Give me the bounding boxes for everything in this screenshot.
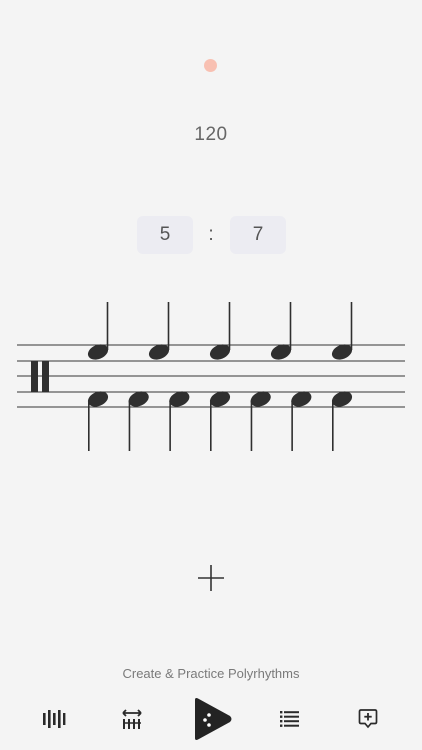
add-bubble-icon: [358, 709, 378, 729]
add-rhythm-button[interactable]: [196, 563, 226, 593]
tagline: Create & Practice Polyrhythms: [122, 666, 300, 681]
vertical-bars-icon: [43, 710, 66, 728]
lower-voice-notes: [87, 391, 353, 451]
add-tab[interactable]: [348, 700, 388, 738]
rhythm-staff: [17, 302, 405, 451]
list-icon: [280, 711, 299, 727]
tempo-arrows-icon: [122, 709, 142, 729]
tempo-tab[interactable]: [112, 700, 152, 738]
list-tab[interactable]: [270, 700, 310, 738]
metronome-tab[interactable]: [34, 700, 74, 738]
upper-voice-notes: [87, 302, 353, 360]
plus-icon: [198, 565, 224, 591]
play-tab[interactable]: [190, 697, 234, 741]
play-icon: [195, 698, 232, 740]
